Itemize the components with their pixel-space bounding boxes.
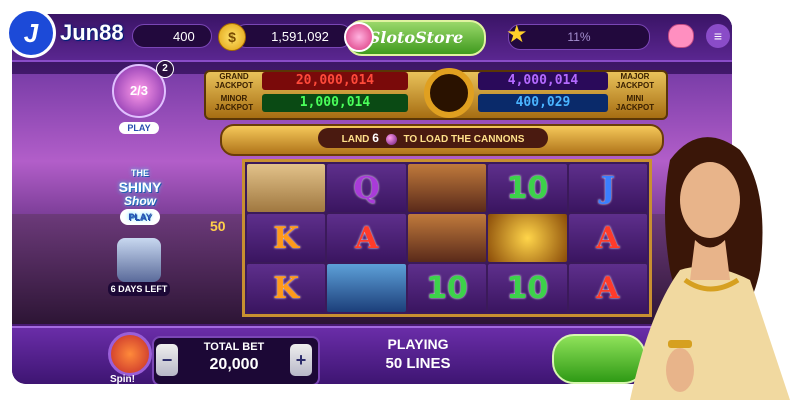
cannon-objective: LAND 6 TO LOAD THE CANNONS [318, 128, 548, 148]
jackpot-ring-icon [424, 68, 474, 118]
increase-bet-button[interactable]: + [290, 344, 312, 376]
major-jackpot-value: 4,000,014 [478, 72, 608, 90]
gift-icon[interactable] [344, 22, 374, 52]
grand-jackpot-label: GRAND JACKPOT [214, 72, 254, 90]
cannon-count: 6 [372, 131, 379, 145]
reel-symbol: 10 [488, 264, 567, 312]
coin-icon[interactable]: $ [218, 23, 246, 51]
payline-number: 50 [210, 218, 226, 234]
grand-jackpot-value: 20,000,014 [262, 72, 408, 90]
treasure-chest-symbol [488, 214, 567, 262]
mission-card[interactable]: 2/3 2 PLAY [108, 60, 174, 134]
menu-button[interactable]: ≡ [706, 24, 730, 48]
minor-jackpot-label: MINOR JACKPOT [214, 94, 254, 112]
pirate-captain-symbol [407, 214, 487, 262]
days-left-label: 6 DAYS LEFT [108, 282, 170, 296]
total-bet-label: TOTAL BET [203, 341, 265, 353]
cannon-prefix: LAND [341, 134, 370, 145]
shiny-title-main: SHINY [118, 179, 162, 195]
logo-text: Jun88 [60, 20, 124, 45]
logo-badge: J [6, 8, 56, 58]
reel-symbol: 10 [407, 264, 487, 312]
mini-jackpot-value: 400,029 [478, 94, 608, 112]
reel-symbol: K [247, 214, 326, 262]
brand-logo: J Jun88 [6, 8, 124, 58]
map-symbol [247, 164, 326, 212]
cannonball-icon [385, 133, 397, 145]
event-card[interactable]: 6 DAYS LEFT [108, 238, 170, 300]
star-icon: ★ [506, 21, 528, 48]
spin-gift-label: Spin! [110, 374, 135, 384]
lynx-icon [117, 238, 161, 282]
gems-balance: 400 [132, 24, 212, 48]
reel-symbol: A [327, 214, 406, 262]
coins-balance: 1,591,092 [234, 24, 352, 48]
mission-badge: 2 [156, 60, 174, 78]
total-bet-value: 20,000 [209, 356, 259, 373]
pirate-woman-symbol [407, 164, 487, 212]
reel-symbol: Q [327, 164, 406, 212]
cannon-suffix: TO LOAD THE CANNONS [403, 134, 525, 145]
shiny-title-show: Show [124, 194, 156, 208]
minor-jackpot-value: 1,000,014 [262, 94, 408, 112]
shiny-play-button[interactable]: PLAY [120, 209, 160, 225]
major-jackpot-label: MAJOR JACKPOT [615, 72, 655, 90]
reel-symbol: K [247, 264, 326, 312]
piggy-bank-icon[interactable] [668, 24, 694, 48]
decrease-bet-button[interactable]: − [156, 344, 178, 376]
reel-grid: Q 10 J K A A K 10 10 A [242, 159, 652, 317]
lines-value: 50 LINES [385, 355, 451, 372]
mission-play-button[interactable]: PLAY [119, 122, 159, 134]
spin-gift-icon[interactable] [108, 332, 152, 376]
xp-progress-bar: 11% [508, 24, 650, 50]
playing-label: PLAYING [387, 336, 449, 352]
coins-value: 1,591,092 [271, 28, 329, 44]
reel-symbol: 10 [488, 164, 567, 212]
screenshot-frame: 400 1,591,092 $ SlotoStore 11% ★ ≡ GRAND… [0, 0, 800, 400]
gems-value: 400 [173, 28, 195, 44]
mini-jackpot-label: MINI JACKPOT [615, 94, 655, 112]
woman-illustration [630, 137, 790, 400]
shiny-show-card[interactable]: THE SHINY Show PLAY [108, 166, 172, 225]
shiny-title-the: THE [131, 168, 149, 178]
ship-symbol [327, 264, 406, 312]
